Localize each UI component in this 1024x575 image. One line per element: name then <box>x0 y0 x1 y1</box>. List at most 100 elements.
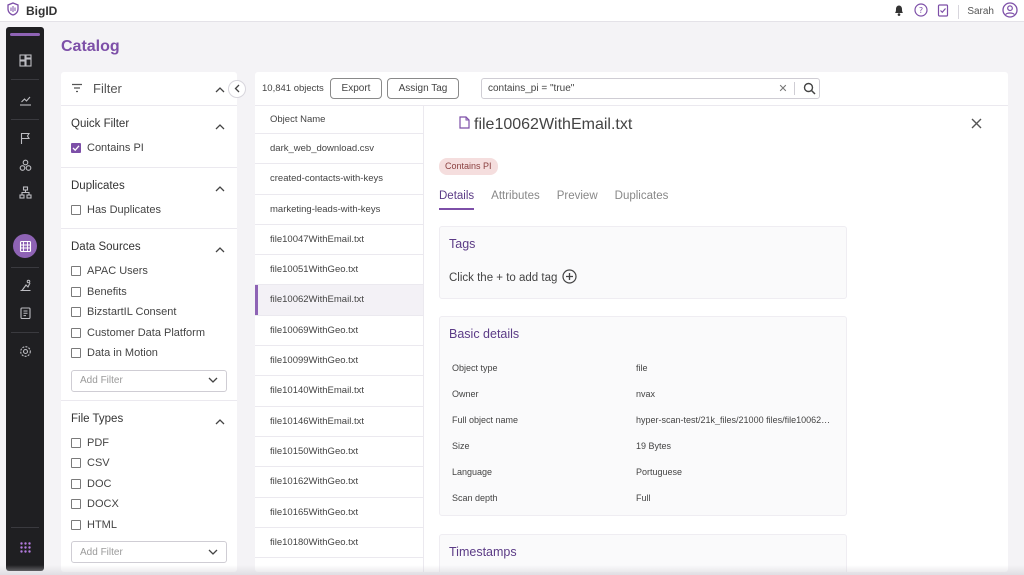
checkbox-apac-users[interactable]: APAC Users <box>71 261 227 282</box>
checkbox-benefits[interactable]: Benefits <box>71 282 227 303</box>
add-circle-icon[interactable] <box>562 269 577 287</box>
search-icon[interactable] <box>799 82 819 95</box>
divider <box>958 4 960 19</box>
checkbox[interactable] <box>71 519 81 530</box>
list-item[interactable]: file10165WithGeo.txt <box>255 498 423 528</box>
chevron-up-icon[interactable] <box>215 414 225 428</box>
tab-details[interactable]: Details <box>439 188 475 210</box>
list-item[interactable]: file10099WithGeo.txt <box>255 346 423 377</box>
hierarchy-icon[interactable] <box>17 184 33 200</box>
list-item[interactable]: created-contacts-with-keys <box>255 164 423 195</box>
tab-preview[interactable]: Preview <box>557 188 598 210</box>
detail-key: Language <box>452 467 493 477</box>
detail-key: Object type <box>452 363 498 373</box>
list-item[interactable]: file10180WithGeo.txt <box>255 528 423 559</box>
clusters-icon[interactable] <box>17 157 33 173</box>
checkbox[interactable] <box>71 437 81 448</box>
detail-key: Full object name <box>452 415 519 425</box>
list-item[interactable]: file10140WithEmail.txt <box>255 376 423 407</box>
user-avatar-icon[interactable] <box>1002 2 1018 21</box>
checkbox-csv[interactable]: CSV <box>71 453 227 474</box>
detail-row: Full object name hyper-scan-test/21k_file… <box>440 407 846 433</box>
list-item[interactable]: file10150WithGeo.txt <box>255 437 423 468</box>
option-label: Contains PI <box>87 142 144 155</box>
clear-search-icon[interactable]: ✕ <box>776 82 790 95</box>
detail-filename: file10062WithEmail.txt <box>474 116 633 133</box>
chevron-up-icon[interactable] <box>215 82 225 96</box>
tab-duplicates[interactable]: Duplicates <box>615 188 669 210</box>
checkbox[interactable] <box>71 499 81 510</box>
remediation-icon[interactable] <box>17 277 33 293</box>
notifications-bell-icon[interactable] <box>892 3 906 20</box>
checkbox-contains-pi[interactable]: Contains PI <box>71 138 227 159</box>
add-tag-row: Click the + to add tag <box>440 251 846 287</box>
list-item[interactable]: file10051WithGeo.txt <box>255 255 423 286</box>
rail-divider <box>11 79 39 80</box>
reports-chart-icon[interactable] <box>17 91 33 107</box>
add-filter-select[interactable]: Add Filter <box>71 369 227 392</box>
list-item[interactable]: file10162WithGeo.txt <box>255 467 423 498</box>
checkbox[interactable] <box>71 307 81 318</box>
option-label: PDF <box>87 436 109 449</box>
checkbox-docx[interactable]: DOCX <box>71 494 227 515</box>
chevron-up-icon[interactable] <box>215 119 225 133</box>
brand[interactable]: BigID <box>0 2 57 19</box>
search-query[interactable]: contains_pi = "true" <box>482 83 776 94</box>
help-icon[interactable]: ? <box>914 3 928 20</box>
policies-flag-icon[interactable] <box>17 130 33 146</box>
detail-value: 19 Bytes <box>636 441 672 451</box>
apps-grid-icon[interactable] <box>17 539 33 555</box>
duplicates-section: Duplicates Has Duplicates <box>61 168 237 229</box>
section-title: Data Sources <box>71 241 141 253</box>
clipboard-icon[interactable] <box>17 304 33 320</box>
list-item[interactable]: file10146WithEmail.txt <box>255 407 423 437</box>
checkbox-doc[interactable]: DOC <box>71 474 227 495</box>
detail-value: nvax <box>636 389 656 399</box>
checkbox[interactable] <box>71 204 81 215</box>
checkbox-checked[interactable] <box>71 143 81 154</box>
search-input[interactable]: contains_pi = "true" ✕ <box>481 78 820 99</box>
detail-row: Object type file <box>440 355 846 381</box>
checkbox-html[interactable]: HTML <box>71 515 227 536</box>
close-icon[interactable] <box>971 118 982 132</box>
checkbox-data-in-motion[interactable]: Data in Motion <box>71 343 227 364</box>
checkbox-pdf[interactable]: PDF <box>71 433 227 454</box>
tab-attributes[interactable]: Attributes <box>491 188 540 210</box>
collapse-filter-button[interactable] <box>228 80 246 98</box>
chevron-up-icon[interactable] <box>215 242 225 256</box>
quick-filter-section: Quick Filter Contains PI <box>61 106 237 168</box>
dashboard-icon[interactable] <box>17 52 33 68</box>
tags-card: Tags Click the + to add tag <box>439 226 847 299</box>
checkbox[interactable] <box>71 478 81 489</box>
list-item-selected[interactable]: file10062WithEmail.txt <box>255 285 423 316</box>
checkbox-has-duplicates[interactable]: Has Duplicates <box>71 200 227 221</box>
checkbox[interactable] <box>71 458 81 469</box>
catalog-icon[interactable] <box>17 238 33 254</box>
add-filter-select[interactable]: Add Filter <box>71 541 227 563</box>
timestamps-card: Timestamps <box>439 534 847 572</box>
user-name[interactable]: Sarah <box>967 6 994 17</box>
filter-panel: Filter Quick Filter Contains PI Duplicat… <box>61 72 237 572</box>
settings-gear-icon[interactable] <box>17 343 33 359</box>
detail-value: Portuguese <box>636 467 683 477</box>
chevron-up-icon[interactable] <box>215 181 225 195</box>
list-item[interactable]: file10047WithEmail.txt <box>255 225 423 256</box>
detail-row: Language Portuguese <box>440 459 846 485</box>
checkbox[interactable] <box>71 327 81 338</box>
list-item[interactable]: file10069WithGeo.txt <box>255 316 423 347</box>
export-button[interactable]: Export <box>330 78 382 99</box>
column-header-object-name[interactable]: Object Name <box>255 106 423 134</box>
list-item[interactable]: marketing-leads-with-keys <box>255 195 423 225</box>
checkbox[interactable] <box>71 266 81 277</box>
checkbox[interactable] <box>71 286 81 297</box>
detail-value: file <box>636 363 648 373</box>
assign-tag-button[interactable]: Assign Tag <box>387 78 459 99</box>
list-item[interactable]: dark_web_download.csv <box>255 134 423 165</box>
filter-header[interactable]: Filter <box>61 72 237 106</box>
option-label: Customer Data Platform <box>87 326 205 339</box>
checkbox[interactable] <box>71 348 81 359</box>
tasks-checklist-icon[interactable] <box>936 3 950 20</box>
checkbox-customer-data-platform[interactable]: Customer Data Platform <box>71 323 227 344</box>
checkbox-bizstartil-consent[interactable]: BizstartIL Consent <box>71 302 227 323</box>
detail-row: Owner nvax <box>440 381 846 407</box>
